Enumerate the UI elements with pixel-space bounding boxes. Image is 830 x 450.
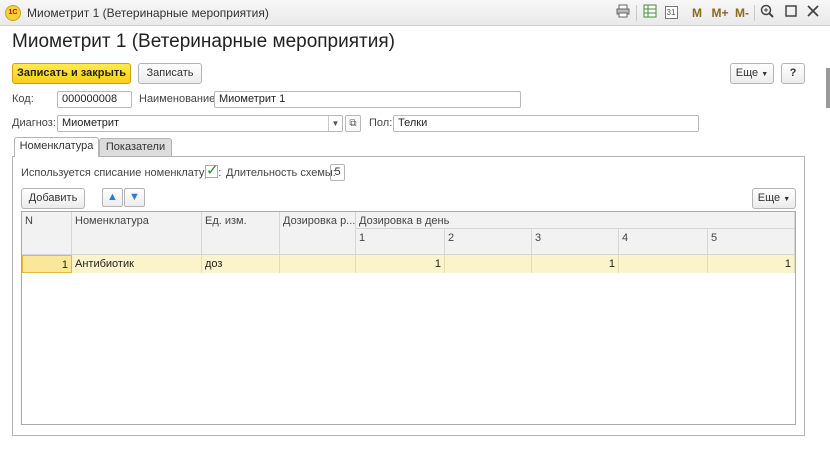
column-header-day-2[interactable]: 2 [445,229,532,255]
cell-day-4[interactable] [619,255,708,273]
move-up-icon[interactable]: ▲ [102,188,123,207]
cell-day-2[interactable] [445,255,532,273]
print-icon[interactable] [614,4,632,22]
app-logo-icon: 1С [5,5,21,21]
checkmark-icon: ✓ [206,162,219,179]
nomenclature-table: N Номенклатура Ед. изм. Дозировка р... Д… [21,211,796,425]
table-more-button[interactable]: Еще ▼ [752,188,796,209]
save-and-close-button[interactable]: Записать и закрыть [12,63,131,84]
column-header-dosage[interactable]: Дозировка р... [280,212,356,255]
column-header-per-day[interactable]: Дозировка в день [356,212,795,229]
tab-indicators[interactable]: Показатели [99,138,172,157]
memory-add-icon[interactable]: M+ [707,4,733,22]
cell-item[interactable]: Антибиотик [72,255,202,273]
add-button[interactable]: Добавить [21,188,85,209]
column-header-day-3[interactable]: 3 [532,229,619,255]
cell-n[interactable]: 1 [22,255,72,273]
help-button[interactable]: ? [781,63,805,84]
more-label: Еще [735,67,759,79]
duration-field[interactable]: 5 [330,164,345,181]
cell-day-3[interactable]: 1 [532,255,619,273]
uses-writeoff-label: Используется списание номенклатуры: [21,167,222,179]
column-header-item[interactable]: Номенклатура [72,212,202,255]
window-titlebar: 1С Миометрит 1 (Ветеринарные мероприятия… [0,0,830,26]
cell-day-5[interactable]: 1 [708,255,795,273]
page-title: Миометрит 1 (Ветеринарные мероприятия) [12,31,395,52]
column-header-day-5[interactable]: 5 [708,229,795,255]
column-header-day-1[interactable]: 1 [356,229,445,255]
window-title: Миометрит 1 (Ветеринарные мероприятия) [27,6,269,20]
chevron-down-icon: ▼ [761,71,769,78]
chevron-down-icon[interactable]: ▼ [328,116,342,131]
cell-day-1[interactable]: 1 [356,255,445,273]
spreadsheet-icon[interactable] [641,4,659,22]
cell-dosage[interactable] [280,255,356,273]
chevron-down-icon: ▼ [783,196,791,203]
toolbar-separator [754,5,755,21]
code-field[interactable]: 000000008 [57,91,132,108]
uses-writeoff-checkbox[interactable]: ✓ [205,162,219,179]
maximize-icon[interactable] [782,4,800,22]
diagnosis-value: Миометрит [62,117,120,129]
zoom-icon[interactable] [758,4,776,22]
duration-label: Длительность схемы: [226,167,336,179]
open-icon[interactable]: ⧉ [345,115,361,132]
name-field[interactable]: Миометрит 1 [214,91,521,108]
move-down-icon[interactable]: ▼ [124,188,145,207]
calendar-glyph: 31 [664,6,678,19]
memory-store-icon[interactable]: M [686,4,708,22]
column-header-n[interactable]: N [22,212,72,255]
diagnosis-label: Диагноз: [12,117,56,129]
column-header-unit[interactable]: Ед. изм. [202,212,280,255]
save-button[interactable]: Записать [138,63,202,84]
sex-label: Пол: [369,117,393,129]
close-icon[interactable] [804,4,822,22]
memory-subtract-icon[interactable]: M- [731,4,753,22]
code-label: Код: [12,93,34,105]
calendar-icon[interactable]: 31 [662,4,680,22]
window-scrollbar[interactable] [826,68,830,108]
table-more-label: Еще [757,192,781,204]
toolbar-separator [636,5,637,21]
diagnosis-field[interactable]: Миометрит ▼ [57,115,343,132]
column-header-day-4[interactable]: 4 [619,229,708,255]
table-row[interactable]: 1 Антибиотик доз 1 1 1 [22,255,795,273]
name-label: Наименование: [139,93,219,105]
cell-unit[interactable]: доз [202,255,280,273]
more-button[interactable]: Еще ▼ [730,63,774,84]
sex-field[interactable]: Телки [393,115,699,132]
tab-nomenclature[interactable]: Номенклатура [14,137,99,157]
